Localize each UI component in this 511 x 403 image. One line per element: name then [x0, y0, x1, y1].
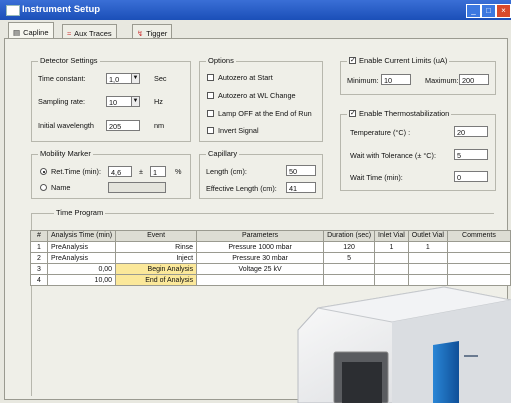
instrument-logo: [464, 355, 478, 357]
instrument-blue-stripe: [433, 341, 459, 403]
instrument-photo: [297, 286, 511, 403]
instrument-window-inner: [342, 362, 382, 403]
